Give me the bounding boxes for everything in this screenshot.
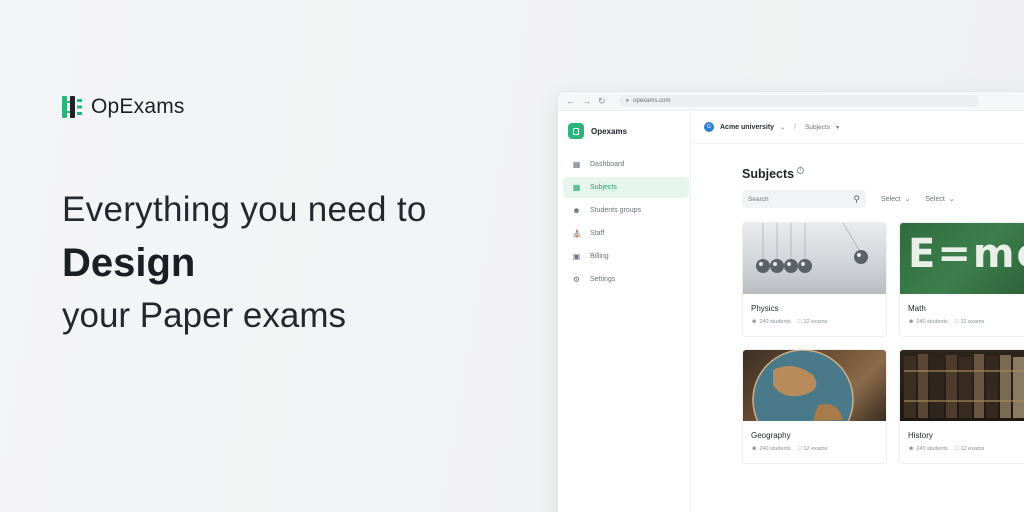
search-input[interactable] bbox=[748, 195, 838, 203]
sidebar-item-label: Subjects bbox=[590, 184, 617, 191]
browser-window: ← → ↻ ● opexams.com Opexams ▦ Dashboard … bbox=[557, 91, 1024, 512]
subject-card-geography[interactable]: Geography ☻ 240 students □ 12 exams bbox=[742, 349, 887, 464]
sidebar-item-label: Billing bbox=[590, 253, 609, 260]
sidebar-item-students-groups[interactable]: ☻ Students groups bbox=[563, 200, 689, 221]
subject-meta: ☻ 240 students □ 12 exams bbox=[908, 446, 984, 452]
filters-bar: ⚲ Select ⌄ Select ⌄ bbox=[742, 190, 955, 208]
brand: OpExams bbox=[61, 95, 185, 119]
top-bar: G Acme university ⌄ / Subjects ▾ bbox=[692, 111, 1024, 144]
students-count: ☻ 240 students bbox=[751, 319, 791, 325]
chevron-down-icon: ⌄ bbox=[948, 196, 955, 203]
sidebar-item-staff[interactable]: ⛪ Staff bbox=[563, 223, 689, 244]
physics-image bbox=[743, 223, 886, 294]
breadcrumb-subjects[interactable]: Subjects bbox=[805, 124, 830, 131]
lock-icon: ● bbox=[625, 98, 630, 104]
page: OpExams Everything you need to Design yo… bbox=[0, 0, 1024, 512]
hero-line-3: your Paper exams bbox=[62, 296, 347, 335]
breadcrumb-separator: / bbox=[794, 123, 797, 131]
math-board-text: E=mc² bbox=[908, 231, 1024, 277]
file-icon: □ bbox=[954, 319, 959, 325]
subject-card-history[interactable]: History ☻ 240 students □ 12 exams bbox=[899, 349, 1024, 464]
reload-icon[interactable]: ↻ bbox=[598, 96, 606, 106]
browser-toolbar: ← → ↻ ● opexams.com bbox=[558, 92, 1024, 111]
address-bar[interactable]: ● opexams.com bbox=[618, 95, 979, 107]
subject-name: History bbox=[908, 431, 933, 440]
history-image bbox=[900, 350, 1024, 421]
app-logo-icon bbox=[568, 123, 584, 139]
sidebar-nav: ▦ Dashboard ▦ Subjects ☻ Students groups… bbox=[563, 154, 689, 292]
students-count: ☻ 240 students bbox=[908, 319, 948, 325]
sidebar: Opexams ▦ Dashboard ▦ Subjects ☻ Student… bbox=[558, 111, 691, 512]
chevron-down-icon[interactable]: ▾ bbox=[836, 124, 839, 131]
sidebar-item-subjects[interactable]: ▦ Subjects bbox=[563, 177, 689, 198]
sidebar-item-label: Students groups bbox=[590, 207, 641, 214]
subject-name: Geography bbox=[751, 431, 791, 440]
select-label: Select bbox=[881, 195, 901, 203]
hero-line-2: Design bbox=[62, 241, 196, 285]
exams-count: □ 12 exams bbox=[954, 319, 985, 325]
subject-meta: ☻ 240 students □ 12 exams bbox=[751, 446, 827, 452]
user-icon: ☻ bbox=[908, 319, 915, 325]
exams-count: □ 12 exams bbox=[954, 446, 985, 452]
page-title: Subjects bbox=[742, 167, 795, 181]
back-icon[interactable]: ← bbox=[566, 96, 575, 106]
subject-card-math[interactable]: E=mc² Math ☻240 students □12 exams bbox=[899, 222, 1024, 337]
students-count: ☻ 240 students bbox=[751, 446, 791, 452]
file-icon: □ bbox=[954, 446, 959, 452]
file-icon: □ bbox=[797, 446, 802, 452]
sidebar-item-label: Staff bbox=[590, 230, 605, 237]
user-icon: ☻ bbox=[751, 446, 758, 452]
user-icon: ☻ bbox=[908, 446, 915, 452]
forward-icon[interactable]: → bbox=[582, 96, 591, 106]
org-avatar: G bbox=[704, 122, 714, 132]
subject-meta: ☻ 240 students □ 12 exams bbox=[751, 319, 827, 325]
app-name: Opexams bbox=[591, 126, 628, 136]
geography-image bbox=[743, 350, 886, 421]
exams-count: □ 12 exams bbox=[797, 446, 828, 452]
sidebar-item-settings[interactable]: ⚙ Settings bbox=[563, 269, 689, 290]
select-label: Select bbox=[925, 195, 945, 203]
main-content: Subjects i ⚲ Select ⌄ Select ⌄ bbox=[742, 144, 1024, 512]
subject-meta: ☻ 240 students □ 12 exams bbox=[908, 319, 984, 325]
title-row: Subjects i bbox=[742, 167, 805, 181]
staff-icon: ⛪ bbox=[572, 229, 582, 238]
hero-line-1: Everything you need to bbox=[62, 190, 427, 229]
chevron-down-icon[interactable]: ⌄ bbox=[780, 124, 785, 131]
url-text: opexams.com bbox=[633, 98, 671, 104]
sidebar-item-label: Settings bbox=[590, 276, 616, 283]
search-icon[interactable]: ⚲ bbox=[853, 194, 860, 205]
dashboard-icon: ▦ bbox=[572, 160, 581, 169]
settings-icon: ⚙ bbox=[572, 275, 581, 284]
billing-icon: ▣ bbox=[572, 252, 581, 261]
search-box[interactable]: ⚲ bbox=[742, 190, 866, 208]
sidebar-item-label: Dashboard bbox=[590, 161, 625, 168]
select-dropdown-2[interactable]: Select ⌄ bbox=[925, 195, 955, 204]
user-icon: ☻ bbox=[751, 319, 758, 325]
brand-name: OpExams bbox=[91, 95, 185, 118]
math-image: E=mc² bbox=[900, 223, 1024, 294]
file-icon: □ bbox=[797, 319, 802, 325]
chevron-down-icon: ⌄ bbox=[904, 196, 911, 203]
select-dropdown-1[interactable]: Select ⌄ bbox=[881, 195, 911, 204]
subject-name: Math bbox=[908, 304, 926, 313]
subject-card-physics[interactable]: Physics ☻ 240 students □ 12 exams bbox=[742, 222, 887, 337]
info-icon[interactable]: i bbox=[797, 167, 805, 174]
opexams-logo-icon bbox=[62, 96, 82, 118]
app-brand[interactable]: Opexams bbox=[568, 123, 627, 139]
students-groups-icon: ☻ bbox=[572, 206, 581, 215]
org-selector[interactable]: Acme university bbox=[720, 124, 774, 131]
students-count: ☻ 240 students bbox=[908, 446, 948, 452]
sidebar-item-dashboard[interactable]: ▦ Dashboard bbox=[563, 154, 689, 175]
exams-count: □ 12 exams bbox=[797, 319, 828, 325]
subject-name: Physics bbox=[751, 304, 779, 313]
sidebar-item-billing[interactable]: ▣ Billing bbox=[563, 246, 689, 267]
hero: Everything you need to Design your Paper… bbox=[62, 190, 427, 336]
subjects-icon: ▦ bbox=[572, 183, 581, 192]
